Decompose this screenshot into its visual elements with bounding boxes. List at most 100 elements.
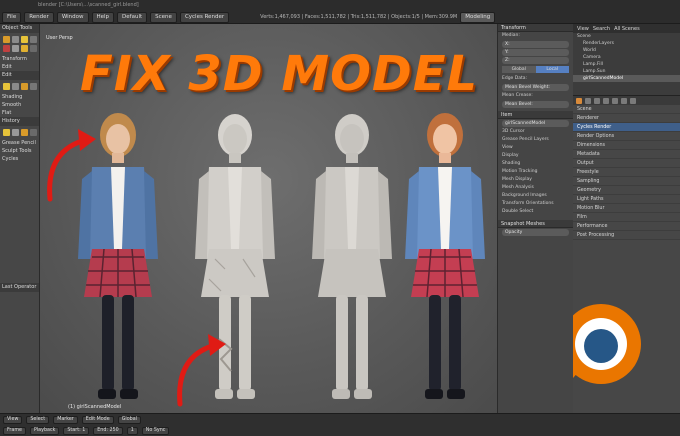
tab-global[interactable]: Global xyxy=(502,66,536,73)
mode-button[interactable]: Modeling xyxy=(460,11,496,23)
join-icon[interactable] xyxy=(12,83,19,90)
current-frame-field[interactable]: 1 xyxy=(126,426,138,435)
cleaned-mesh-figure[interactable] xyxy=(302,109,402,409)
outliner-item[interactable]: Scene xyxy=(573,33,680,40)
render-engine-selector[interactable]: Cycles Render xyxy=(179,11,230,23)
outliner-item[interactable]: Lamp.Fill xyxy=(573,61,680,68)
x-field[interactable]: X: xyxy=(502,41,569,48)
scene-selector[interactable]: Scene xyxy=(150,11,177,23)
mirror-tool-icon[interactable] xyxy=(30,36,37,43)
extrude-tool-icon[interactable] xyxy=(21,83,28,90)
mean-bevel-field[interactable]: Mean Bevel: xyxy=(502,101,569,108)
outliner-item[interactable]: RenderLayers xyxy=(573,40,680,47)
toggle-row[interactable]: View xyxy=(498,144,573,152)
duplicate-tool-icon[interactable] xyxy=(3,83,10,90)
toolshelf-line[interactable]: Shading xyxy=(0,93,39,101)
prop-row[interactable]: Scene xyxy=(573,105,680,114)
z-field[interactable]: Z: xyxy=(502,57,569,64)
orientation-selector[interactable]: Global xyxy=(117,415,141,424)
snapshot-header[interactable]: Snapshot Meshes xyxy=(498,220,573,228)
modifier-tab-icon[interactable] xyxy=(621,97,627,104)
delete-tool-icon[interactable] xyxy=(3,45,10,52)
toolshelf-line[interactable]: Transform xyxy=(0,55,39,63)
prop-row[interactable]: Geometry xyxy=(573,186,680,195)
prop-row[interactable]: Freestyle xyxy=(573,168,680,177)
origin-tool-icon[interactable] xyxy=(21,45,28,52)
toggle-row[interactable]: Motion Tracking xyxy=(498,168,573,176)
object-tab-icon[interactable] xyxy=(612,97,618,104)
layers-tab-icon[interactable] xyxy=(585,97,591,104)
world-tab-icon[interactable] xyxy=(603,97,609,104)
timeline-menu-view[interactable]: View xyxy=(3,415,23,424)
toolshelf-line[interactable]: Cycles xyxy=(0,155,39,163)
opacity-field[interactable]: Opacity xyxy=(502,229,569,236)
rotate-tool-icon[interactable] xyxy=(12,36,19,43)
toolshelf-header[interactable]: Last Operator xyxy=(0,283,39,292)
prop-row[interactable]: Render Options xyxy=(573,132,680,141)
toolshelf-header[interactable]: Object Tools xyxy=(0,24,39,33)
join-tool-icon[interactable] xyxy=(12,45,19,52)
move-tool-icon[interactable] xyxy=(3,36,10,43)
menu-window[interactable]: Window xyxy=(56,11,89,23)
menu-help[interactable]: Help xyxy=(91,11,115,23)
end-frame-field[interactable]: End: 250 xyxy=(93,426,123,435)
toolshelf-header[interactable]: Edit xyxy=(0,71,39,80)
outliner-menu-view[interactable]: View xyxy=(577,26,589,32)
prop-row[interactable]: Metadata xyxy=(573,150,680,159)
toggle-row[interactable]: Display xyxy=(498,152,573,160)
item-name-field[interactable]: girlScannedModel xyxy=(502,120,569,127)
prop-row[interactable]: Renderer xyxy=(573,114,680,123)
timeline-menu-select[interactable]: Select xyxy=(26,415,50,424)
toggle-row[interactable]: Background Images xyxy=(498,192,573,200)
outliner-item[interactable]: Lamp.Sun xyxy=(573,68,680,75)
toolshelf-line[interactable]: Sculpt Tools xyxy=(0,147,39,155)
toolshelf-line[interactable]: Edit xyxy=(0,63,39,71)
toggle-row[interactable]: Shading xyxy=(498,160,573,168)
menu-file[interactable]: File xyxy=(2,11,22,23)
history-tool-icon[interactable] xyxy=(21,129,28,136)
smooth-tool-icon[interactable] xyxy=(30,45,37,52)
layout-selector[interactable]: Default xyxy=(117,11,148,23)
bevel-weight-field[interactable]: Mean Bevel Weight: xyxy=(502,84,569,91)
toolshelf-line[interactable]: Flat xyxy=(0,109,39,117)
3d-viewport[interactable]: User Persp FIX 3D MODEL (1) girlScannedM… xyxy=(40,24,497,413)
inset-tool-icon[interactable] xyxy=(30,83,37,90)
material-tab-icon[interactable] xyxy=(630,97,636,104)
start-frame-field[interactable]: Start: 1 xyxy=(63,426,90,435)
menu-render[interactable]: Render xyxy=(24,11,54,23)
prop-row-highlighted[interactable]: Cycles Render xyxy=(573,123,680,132)
toolshelf-header[interactable]: History xyxy=(0,117,39,126)
mode-selector[interactable]: Edit Mode xyxy=(81,415,114,424)
timeline-menu-frame[interactable]: Frame xyxy=(3,426,26,435)
prop-row[interactable]: Post Processing xyxy=(573,231,680,240)
sync-selector[interactable]: No Sync xyxy=(141,426,170,435)
toolshelf-line[interactable]: Grease Pencil xyxy=(0,139,39,147)
redo-tool-icon[interactable] xyxy=(12,129,19,136)
outliner-menu-search[interactable]: Search xyxy=(593,26,610,32)
item-header[interactable]: Item xyxy=(498,111,573,119)
tab-local[interactable]: Local xyxy=(535,66,569,73)
prop-row[interactable]: Sampling xyxy=(573,177,680,186)
scene-tab-icon[interactable] xyxy=(594,97,600,104)
outliner-item[interactable]: World xyxy=(573,47,680,54)
prop-row[interactable]: Performance xyxy=(573,222,680,231)
fixed-textured-figure[interactable] xyxy=(395,109,495,409)
toggle-row[interactable]: Double Select xyxy=(498,208,573,216)
prop-row[interactable]: Dimensions xyxy=(573,141,680,150)
timeline-menu-marker[interactable]: Marker xyxy=(53,415,78,424)
render-tab-icon[interactable] xyxy=(576,97,582,104)
scale-tool-icon[interactable] xyxy=(21,36,28,43)
toggle-row[interactable]: Transform Orientations xyxy=(498,200,573,208)
outliner-item-selected[interactable]: girlScannedModel xyxy=(573,75,680,82)
toolshelf-line[interactable]: Smooth xyxy=(0,101,39,109)
prop-row[interactable]: Film xyxy=(573,213,680,222)
y-field[interactable]: Y: xyxy=(502,49,569,56)
prop-row[interactable]: Light Paths xyxy=(573,195,680,204)
toggle-row[interactable]: Mesh Analysis xyxy=(498,184,573,192)
repeat-tool-icon[interactable] xyxy=(30,129,37,136)
outliner-display-mode[interactable]: All Scenes xyxy=(614,26,640,32)
outliner-item[interactable]: Camera xyxy=(573,54,680,61)
undo-tool-icon[interactable] xyxy=(3,129,10,136)
toggle-row[interactable]: 3D Cursor xyxy=(498,128,573,136)
prop-row[interactable]: Output xyxy=(573,159,680,168)
